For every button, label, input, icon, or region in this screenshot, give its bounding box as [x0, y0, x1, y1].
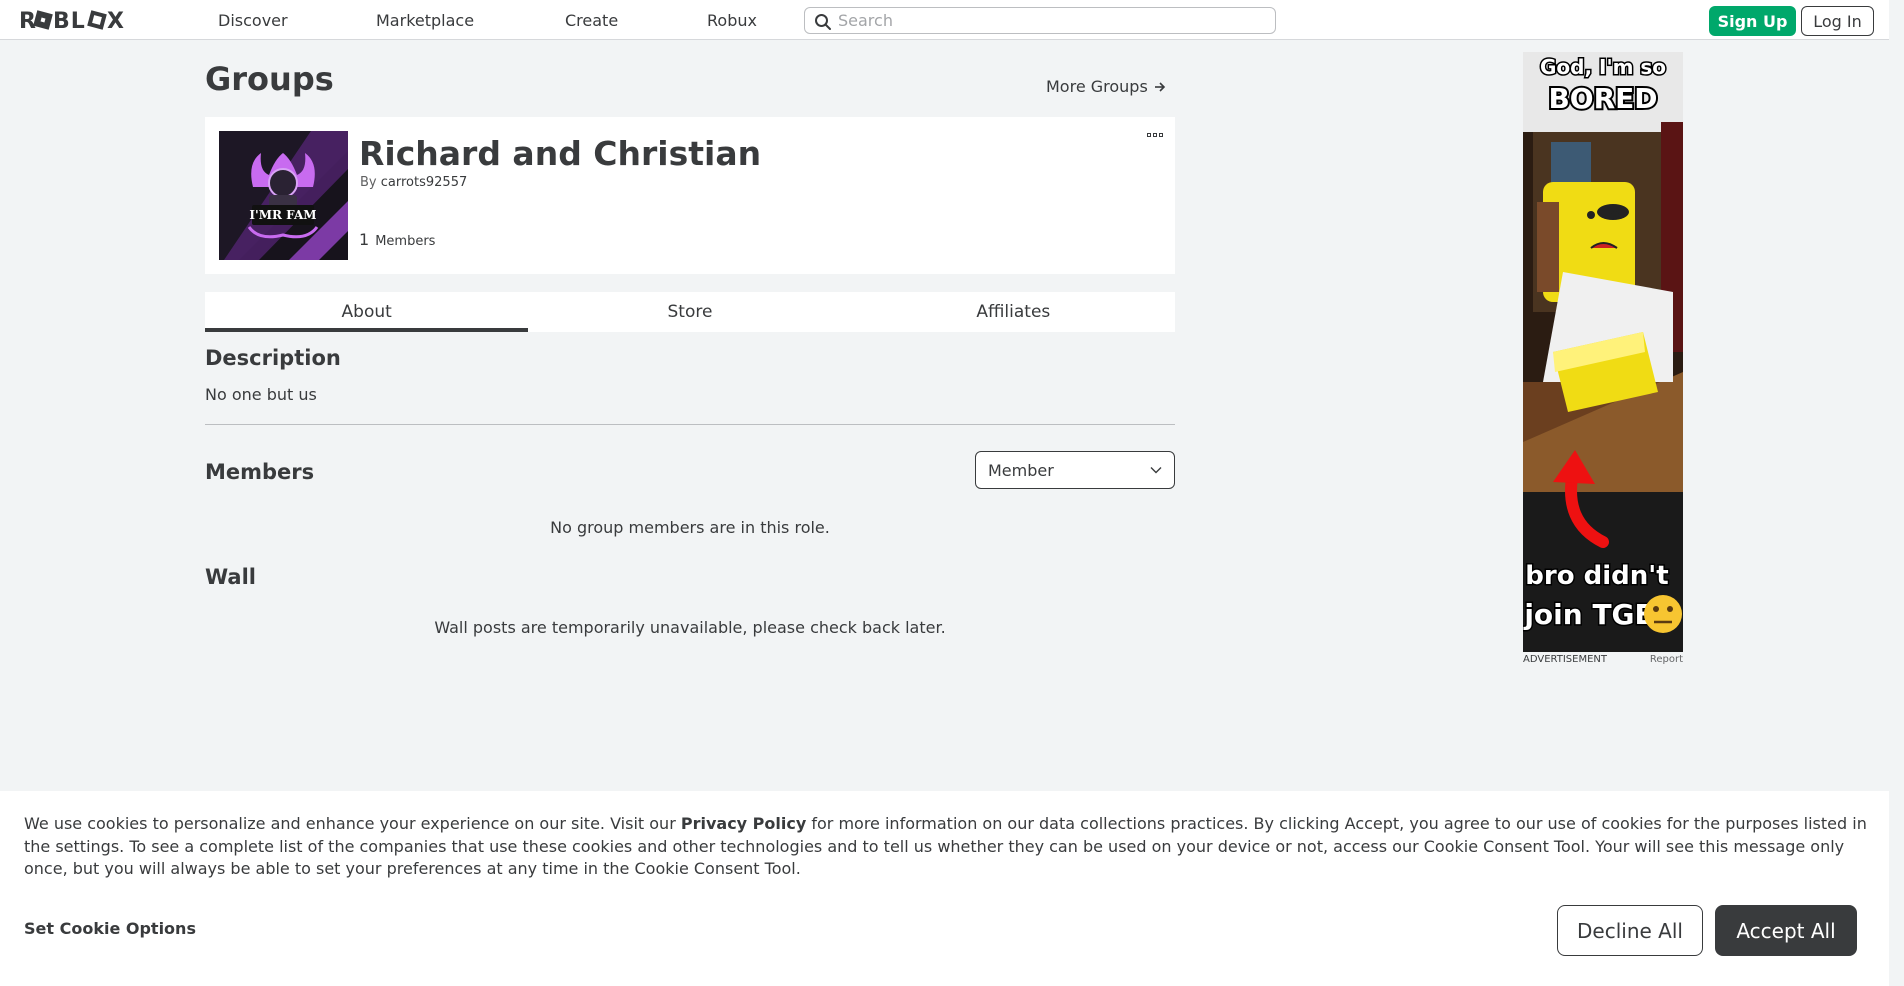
roblox-logo[interactable]: R BL X	[19, 6, 137, 34]
search-bar[interactable]	[804, 7, 1276, 34]
ad-top-text-2: BORED	[1548, 82, 1657, 115]
sign-up-button[interactable]: Sign Up	[1709, 6, 1796, 36]
dot-icon	[1159, 133, 1163, 137]
more-groups-link[interactable]: More Groups	[1046, 77, 1166, 96]
search-input[interactable]	[838, 11, 1275, 30]
group-emblem-image: I'MR FAM	[219, 131, 348, 260]
group-name: Richard and Christian	[359, 134, 762, 173]
advertisement-label: ADVERTISEMENT	[1523, 654, 1608, 665]
nav-discover[interactable]: Discover	[218, 0, 288, 40]
page-title: Groups	[205, 60, 334, 98]
members-heading: Members	[205, 460, 315, 484]
emblem-text: I'MR FAM	[249, 208, 316, 222]
no-members-message: No group members are in this role.	[550, 518, 830, 537]
description-heading: Description	[205, 346, 341, 370]
cookie-message: We use cookies to personalize and enhanc…	[24, 813, 1869, 881]
group-emblem-graphic: I'MR FAM	[219, 131, 348, 260]
more-options-icon[interactable]	[1147, 133, 1163, 137]
svg-text:R: R	[19, 9, 37, 32]
tab-affiliates[interactable]: Affiliates	[852, 292, 1175, 332]
log-in-button[interactable]: Log In	[1801, 6, 1874, 36]
page-scrollbar[interactable]	[1889, 0, 1904, 986]
svg-text:BL: BL	[53, 9, 86, 32]
arrow-right-icon	[1154, 81, 1165, 92]
role-dropdown[interactable]: Member	[975, 451, 1175, 489]
group-tabs: About Store Affiliates	[205, 292, 1175, 332]
by-label: By	[360, 175, 377, 190]
group-header-card: I'MR FAM Richard and Christian By carrot…	[205, 117, 1175, 274]
ad-bottom-text-2: join TGE	[1523, 598, 1653, 631]
more-groups-label: More Groups	[1046, 77, 1148, 96]
svg-text:X: X	[107, 9, 125, 32]
search-icon	[815, 14, 831, 30]
section-divider	[205, 424, 1175, 425]
privacy-policy-link[interactable]: Privacy Policy	[681, 814, 806, 833]
chevron-down-icon	[1150, 467, 1162, 474]
cookie-consent-banner: We use cookies to personalize and enhanc…	[0, 791, 1889, 986]
advertisement-banner[interactable]: God, I'm so BORED bro didn't join TGE	[1523, 52, 1683, 652]
cookie-text-before: We use cookies to personalize and enhanc…	[24, 814, 681, 833]
roblox-logo-mark: R BL X	[19, 9, 125, 32]
description-text: No one but us	[205, 385, 317, 404]
dot-icon	[1147, 133, 1151, 137]
member-count-label: Members	[375, 234, 436, 249]
tab-about[interactable]: About	[205, 292, 529, 332]
ad-top-text-1: God, I'm so	[1540, 55, 1666, 79]
wall-heading: Wall	[205, 565, 256, 589]
top-navigation-bar: R BL X Discover Marketplace Create Robux…	[0, 0, 1904, 40]
advertisement-footer: ADVERTISEMENT Report	[1523, 654, 1683, 665]
owner-link[interactable]: carrots92557	[381, 175, 467, 190]
neutral-face-emoji-icon	[1644, 595, 1682, 633]
member-count: 1 Members	[359, 230, 435, 249]
nav-create[interactable]: Create	[565, 0, 618, 40]
wall-unavailable-message: Wall posts are temporarily unavailable, …	[434, 618, 946, 637]
nav-marketplace[interactable]: Marketplace	[376, 0, 474, 40]
dot-icon	[1153, 133, 1157, 137]
tab-store[interactable]: Store	[528, 292, 851, 332]
report-ad-link[interactable]: Report	[1650, 654, 1683, 665]
group-owner-line: By carrots92557	[360, 175, 467, 190]
nav-robux[interactable]: Robux	[707, 0, 757, 40]
member-count-number: 1	[359, 230, 370, 249]
accept-all-button[interactable]: Accept All	[1715, 905, 1857, 956]
decline-all-button[interactable]: Decline All	[1557, 905, 1703, 956]
ad-bottom-text-1: bro didn't	[1525, 561, 1668, 591]
advertisement-image: God, I'm so BORED bro didn't join TGE	[1523, 52, 1683, 652]
set-cookie-options-link[interactable]: Set Cookie Options	[24, 919, 196, 938]
role-dropdown-value: Member	[988, 460, 1054, 480]
